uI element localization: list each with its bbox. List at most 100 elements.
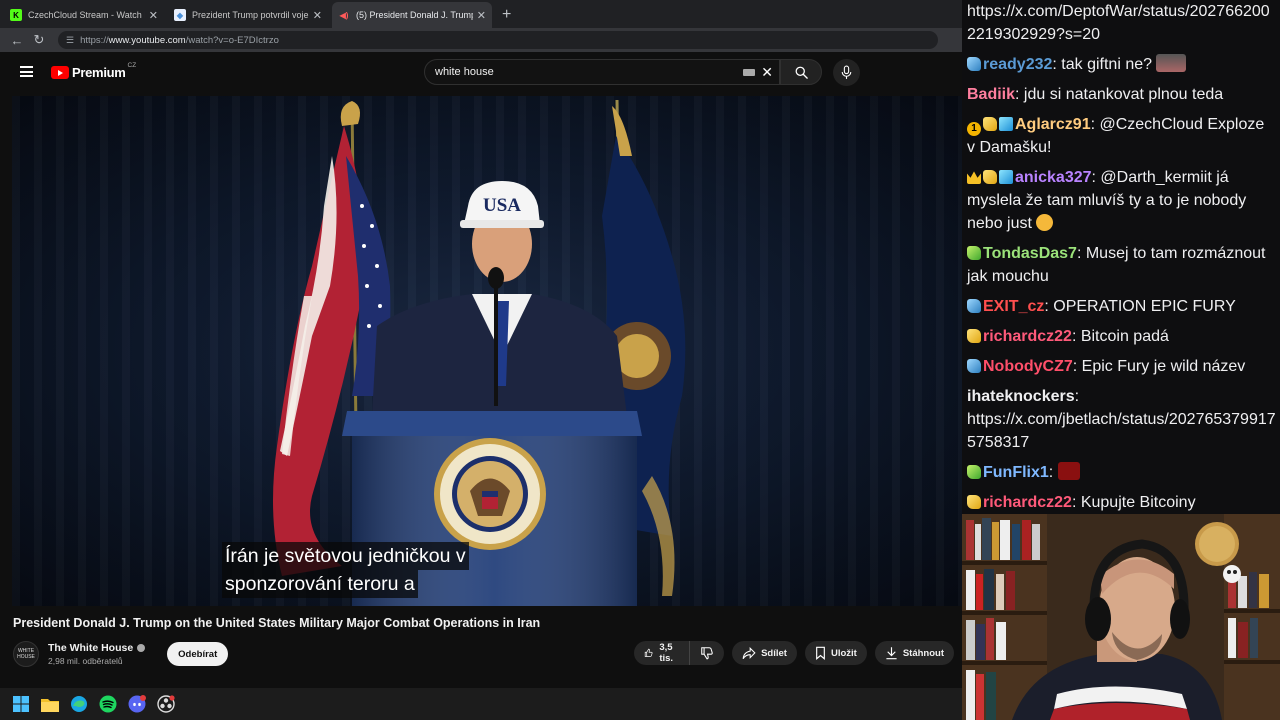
subscriber-badge-icon bbox=[967, 329, 981, 343]
subscriber-badge-icon bbox=[983, 170, 997, 184]
chat-username[interactable]: ready232 bbox=[983, 56, 1052, 73]
subtitles: Írán je světovou jedničkou v sponzorován… bbox=[222, 542, 469, 598]
reload-icon[interactable]: ↻ bbox=[28, 32, 50, 48]
chat-username[interactable]: TondasDas7 bbox=[983, 245, 1077, 262]
tab-title: CzechCloud Stream - Watch Live o bbox=[28, 10, 145, 20]
subscriber-badge-icon bbox=[967, 57, 981, 71]
edge-browser-icon[interactable] bbox=[68, 693, 90, 715]
chat-message: richardcz22: Bitcoin padá bbox=[967, 325, 1276, 348]
chat-message: TondasDas7: Musej to tam rozmáznout jak … bbox=[967, 245, 1266, 285]
subscriber-badge-icon bbox=[967, 246, 981, 260]
subscribe-button[interactable]: Odebírat bbox=[167, 642, 229, 666]
channel-name[interactable]: The White House bbox=[48, 642, 133, 654]
news-favicon-icon: ◆ bbox=[174, 9, 186, 21]
close-tab-icon[interactable]: ✕ bbox=[477, 9, 486, 22]
url-path: /watch?v=o-E7DIctrzo bbox=[185, 34, 279, 46]
kick-favicon-icon: K bbox=[10, 9, 22, 21]
face-emote-icon bbox=[1156, 54, 1187, 72]
presidential-seal-icon bbox=[434, 438, 546, 550]
clear-search-icon[interactable]: ✕ bbox=[761, 64, 773, 81]
chat-username[interactable]: Badiik bbox=[967, 86, 1015, 103]
keyboard-icon[interactable] bbox=[743, 69, 755, 76]
voice-search-button[interactable] bbox=[833, 59, 860, 86]
flushed-emoji-icon bbox=[1036, 214, 1054, 231]
chat-message: ihateknockers: https://x.com/jbetlach/st… bbox=[967, 388, 1276, 451]
chat-username[interactable]: richardcz22 bbox=[983, 328, 1072, 345]
chat-message: ready232: tak giftni ne? bbox=[967, 53, 1276, 76]
youtube-play-icon bbox=[51, 66, 69, 79]
chat-message: richardcz22: Kupujte Bitcoiny bbox=[967, 491, 1276, 514]
channel-avatar[interactable]: WHITE HOUSE bbox=[13, 641, 39, 667]
red-emote-icon bbox=[1057, 462, 1080, 480]
close-tab-icon[interactable]: ✕ bbox=[149, 9, 158, 22]
browser-window: K CzechCloud Stream - Watch Live o ✕ ◆ P… bbox=[0, 0, 962, 688]
tab-czechcloud-stream[interactable]: K CzechCloud Stream - Watch Live o ✕ bbox=[4, 2, 164, 28]
message-text: Epic Fury je wild název bbox=[1081, 358, 1246, 375]
share-button[interactable]: Sdílet bbox=[732, 641, 797, 665]
subscriber-badge-icon bbox=[967, 495, 981, 509]
subscriber-badge-icon bbox=[983, 117, 997, 131]
chat-username[interactable]: Aglarcz91 bbox=[1015, 116, 1091, 133]
search-value: white house bbox=[435, 66, 494, 78]
country-code: CZ bbox=[127, 62, 137, 69]
cap-text: USA bbox=[483, 195, 521, 216]
discord-icon[interactable] bbox=[126, 693, 148, 715]
speaker-audio-icon[interactable]: ◀) bbox=[338, 9, 350, 21]
search-icon bbox=[795, 66, 808, 79]
tab-youtube-video[interactable]: ◀) (5) President Donald J. Trump ✕ bbox=[332, 2, 492, 28]
site-info-icon[interactable]: ☰ bbox=[66, 35, 74, 46]
search-input[interactable]: white house ✕ bbox=[424, 59, 780, 85]
brand-label: Premium bbox=[72, 65, 126, 80]
dislike-button[interactable] bbox=[690, 641, 725, 665]
close-tab-icon[interactable]: ✕ bbox=[313, 9, 322, 22]
message-text: tak giftni ne? bbox=[1061, 56, 1157, 73]
chat-message: 1 Aglarcz91: @CzechCloud Exploze v Damašk… bbox=[967, 116, 1265, 156]
chat-username[interactable]: anicka327 bbox=[1015, 169, 1092, 186]
menu-hamburger-icon[interactable] bbox=[20, 66, 33, 77]
webcam-scene bbox=[962, 514, 1280, 720]
url-field[interactable]: ☰ https://www.youtube.com/watch?v=o-E7DI… bbox=[58, 31, 938, 49]
save-label: Uložit bbox=[830, 647, 857, 659]
chat-message: anicka327: @Darth_kermiit já myslela že … bbox=[967, 169, 1247, 232]
download-button[interactable]: Stáhnout bbox=[874, 641, 954, 665]
spotify-icon[interactable] bbox=[97, 693, 119, 715]
tab-news-article[interactable]: ◆ Prezident Trump potvrdil vojenský ✕ bbox=[168, 2, 328, 28]
chat-message: NobodyCZ7: Epic Fury je wild název bbox=[967, 355, 1276, 378]
video-title: President Donald J. Trump on the United … bbox=[13, 616, 541, 630]
thumbs-up-icon bbox=[644, 648, 653, 657]
chat-username[interactable]: EXIT_cz bbox=[983, 298, 1044, 315]
video-frame-scene: USA bbox=[273, 99, 686, 606]
subscriber-badge-icon bbox=[967, 359, 981, 373]
address-bar: ← ↻ ☰ https://www.youtube.com/watch?v=o-… bbox=[0, 28, 962, 52]
gift-rank-badge-icon: 1 bbox=[967, 122, 981, 136]
url-site: www.youtube.com bbox=[108, 34, 186, 46]
message-text[interactable]: https://x.com/jbetlach/status/2027653799… bbox=[967, 411, 1276, 451]
streamer-webcam bbox=[962, 514, 1280, 720]
youtube-header: Premium CZ white house ✕ bbox=[0, 52, 962, 96]
obs-studio-icon[interactable] bbox=[155, 693, 177, 715]
tab-title: Prezident Trump potvrdil vojenský bbox=[192, 10, 309, 20]
message-text[interactable]: https://x.com/DeptofWar/status/202766200… bbox=[967, 3, 1270, 43]
chat-username[interactable]: ihateknockers bbox=[967, 388, 1075, 405]
message-text: jdu si natankovat plnou teda bbox=[1023, 86, 1224, 103]
video-player[interactable]: USA Írán je světovou jedničkou v sponzor… bbox=[12, 96, 962, 606]
chat-username[interactable]: NobodyCZ7 bbox=[983, 358, 1073, 375]
save-button[interactable]: Uložit bbox=[804, 641, 867, 665]
channel-name-row[interactable]: The White House bbox=[48, 642, 146, 654]
youtube-premium-logo[interactable]: Premium CZ bbox=[51, 62, 137, 80]
file-explorer-icon[interactable] bbox=[39, 693, 61, 715]
cube-badge-icon bbox=[999, 170, 1013, 184]
search-button[interactable] bbox=[780, 59, 822, 85]
thumbs-down-icon bbox=[701, 647, 713, 660]
download-icon bbox=[885, 646, 898, 660]
like-button[interactable]: 3,5 tis. bbox=[634, 641, 691, 665]
new-tab-icon[interactable]: + bbox=[496, 6, 519, 28]
back-arrow-icon[interactable]: ← bbox=[6, 33, 28, 48]
subscriber-badge-icon bbox=[967, 299, 981, 313]
subscriber-count: 2,98 mil. odběratelů bbox=[48, 656, 123, 666]
chat-username[interactable]: richardcz22 bbox=[983, 494, 1072, 511]
tab-bar: K CzechCloud Stream - Watch Live o ✕ ◆ P… bbox=[0, 0, 962, 28]
windows-start-icon[interactable] bbox=[10, 693, 32, 715]
tab-title: (5) President Donald J. Trump bbox=[356, 10, 473, 20]
chat-username[interactable]: FunFlix1 bbox=[983, 464, 1049, 481]
